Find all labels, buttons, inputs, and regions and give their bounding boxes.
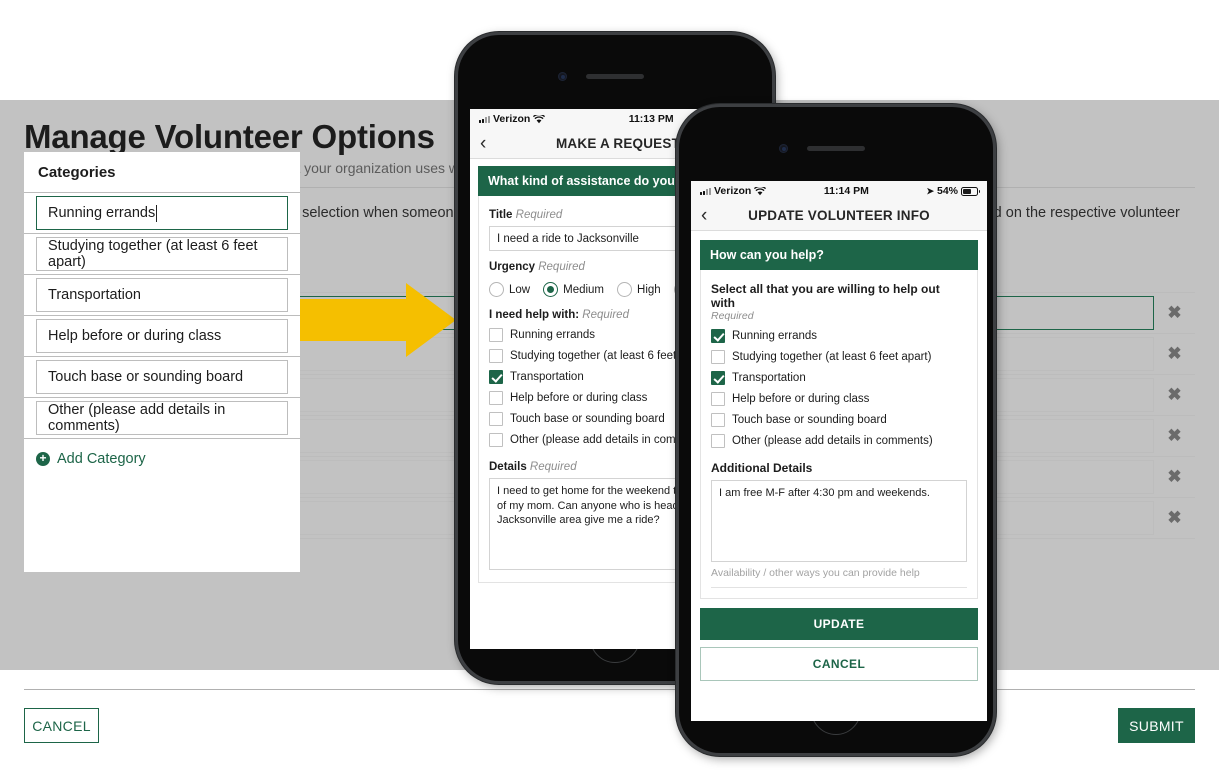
delete-row-icon[interactable]: ✖ — [1154, 334, 1195, 375]
battery-icon — [961, 186, 980, 196]
phone2-navbar: ‹ UPDATE VOLUNTEER INFO — [691, 201, 987, 231]
back-icon[interactable]: ‹ — [480, 134, 486, 153]
update-button[interactable]: UPDATE — [700, 608, 978, 640]
checkbox-row[interactable]: Other (please add details in comments) — [711, 434, 967, 448]
additional-details-helper: Availability / other ways you can provid… — [711, 567, 920, 579]
wifi-icon — [533, 114, 546, 123]
checkbox-row[interactable]: Transportation — [711, 371, 967, 385]
checkbox-other[interactable] — [489, 433, 503, 447]
checkbox-label: Running errands — [732, 330, 818, 342]
checkbox-transportation[interactable] — [489, 370, 503, 384]
phone2-form: Select all that you are willing to help … — [700, 270, 978, 599]
required-label: Required — [538, 261, 585, 273]
required-label: Required — [582, 309, 629, 321]
signal-bars-icon — [479, 115, 490, 123]
additional-details-textarea[interactable]: I am free M-F after 4:30 pm and weekends… — [711, 480, 967, 562]
required-label: Required — [529, 461, 577, 473]
radio-high[interactable] — [617, 282, 633, 297]
checkbox-running-errands[interactable] — [489, 328, 503, 342]
delete-row-icon[interactable]: ✖ — [1154, 416, 1195, 457]
submit-button[interactable]: SUBMIT — [1118, 708, 1195, 743]
front-camera-icon — [779, 144, 788, 153]
text-caret — [144, 304, 146, 322]
checkbox-transportation[interactable] — [711, 371, 725, 385]
required-label: Required — [711, 310, 754, 322]
location-arrow-icon: ➤ — [926, 185, 934, 196]
screenshot-root: Manage Volunteer Options Use this form t… — [0, 0, 1219, 775]
checkbox-row[interactable]: Touch base or sounding board — [711, 413, 967, 427]
radio-medium[interactable] — [543, 282, 559, 297]
phone-update-volunteer-info: Verizon 11:14 PM ➤ 54% ‹ UPDATE VOLUNTEE… — [676, 104, 996, 756]
checkbox-row[interactable]: Studying together (at least 6 feet apart… — [711, 350, 967, 364]
checkbox-label: Studying together (at least 6 feet apart… — [732, 351, 932, 363]
add-category-label: Add Category — [57, 550, 146, 567]
delete-row-icon[interactable]: ✖ — [1154, 293, 1195, 334]
status-time: 11:14 PM — [823, 185, 869, 197]
phone2-screen: Verizon 11:14 PM ➤ 54% ‹ UPDATE VOLUNTEE… — [691, 181, 987, 721]
delete-row-icon[interactable]: ✖ — [1154, 498, 1195, 539]
select-all-label: Select all that you are willing to help … — [711, 282, 940, 310]
carrier-label: Verizon — [714, 185, 752, 197]
delete-row-icon[interactable]: ✖ — [1154, 457, 1195, 498]
divider-bottom — [24, 689, 1195, 690]
radio-low-label: Low — [509, 283, 531, 296]
page-title: Manage Volunteer Options — [24, 118, 435, 155]
checkbox-label: Running errands — [510, 329, 596, 341]
checkbox-label: Other (please add details in comments) — [732, 435, 933, 447]
front-camera-icon — [558, 72, 567, 81]
status-bar: Verizon 11:14 PM ➤ 54% — [691, 181, 987, 201]
checkbox-help-before-class[interactable] — [489, 391, 503, 405]
checkbox-studying-together[interactable] — [711, 350, 725, 364]
form-divider — [711, 587, 967, 588]
status-left: Verizon — [479, 113, 546, 125]
checkbox-label: Transportation — [510, 371, 584, 383]
carrier-label: Verizon — [493, 113, 531, 125]
cancel-button[interactable]: CANCEL — [24, 708, 99, 743]
signal-bars-icon — [700, 187, 711, 195]
select-all-checkbox-group: Running errands Studying together (at le… — [711, 329, 967, 448]
checkbox-running-errands[interactable] — [711, 329, 725, 343]
status-right: ➤ 54% — [926, 185, 980, 197]
checkbox-label: Help before or during class — [510, 392, 648, 404]
checkbox-label: Transportation — [732, 372, 806, 384]
plus-icon: + — [36, 551, 50, 566]
checkbox-studying-together[interactable] — [489, 349, 503, 363]
checkbox-help-before-class[interactable] — [711, 392, 725, 406]
checkbox-label: Touch base or sounding board — [732, 414, 887, 426]
add-category-button[interactable]: + Add Category — [36, 551, 146, 567]
phone2-title: UPDATE VOLUNTEER INFO — [748, 208, 930, 223]
checkbox-other[interactable] — [711, 434, 725, 448]
back-icon[interactable]: ‹ — [701, 206, 707, 225]
radio-low[interactable] — [489, 282, 504, 297]
checkbox-row[interactable]: Help before or during class — [711, 392, 967, 406]
radio-medium-label: Medium — [563, 283, 605, 296]
checkbox-touch-base[interactable] — [711, 413, 725, 427]
battery-percent-label: 54% — [936, 185, 958, 197]
checkbox-label: Help before or during class — [732, 393, 870, 405]
checkbox-touch-base[interactable] — [489, 412, 503, 426]
checkbox-label: Touch base or sounding board — [510, 413, 665, 425]
wifi-icon — [754, 186, 767, 195]
radio-high-label: High — [637, 283, 661, 296]
yellow-arrow-icon — [300, 283, 456, 357]
additional-details-label: Additional Details — [711, 461, 813, 475]
checkbox-row[interactable]: Running errands — [711, 329, 967, 343]
phone-cancel-button[interactable]: CANCEL — [700, 647, 978, 681]
status-left: Verizon — [700, 185, 767, 197]
phone2-section-header: How can you help? — [700, 240, 978, 270]
required-label: Required — [515, 209, 563, 221]
delete-row-icon[interactable]: ✖ — [1154, 375, 1195, 416]
